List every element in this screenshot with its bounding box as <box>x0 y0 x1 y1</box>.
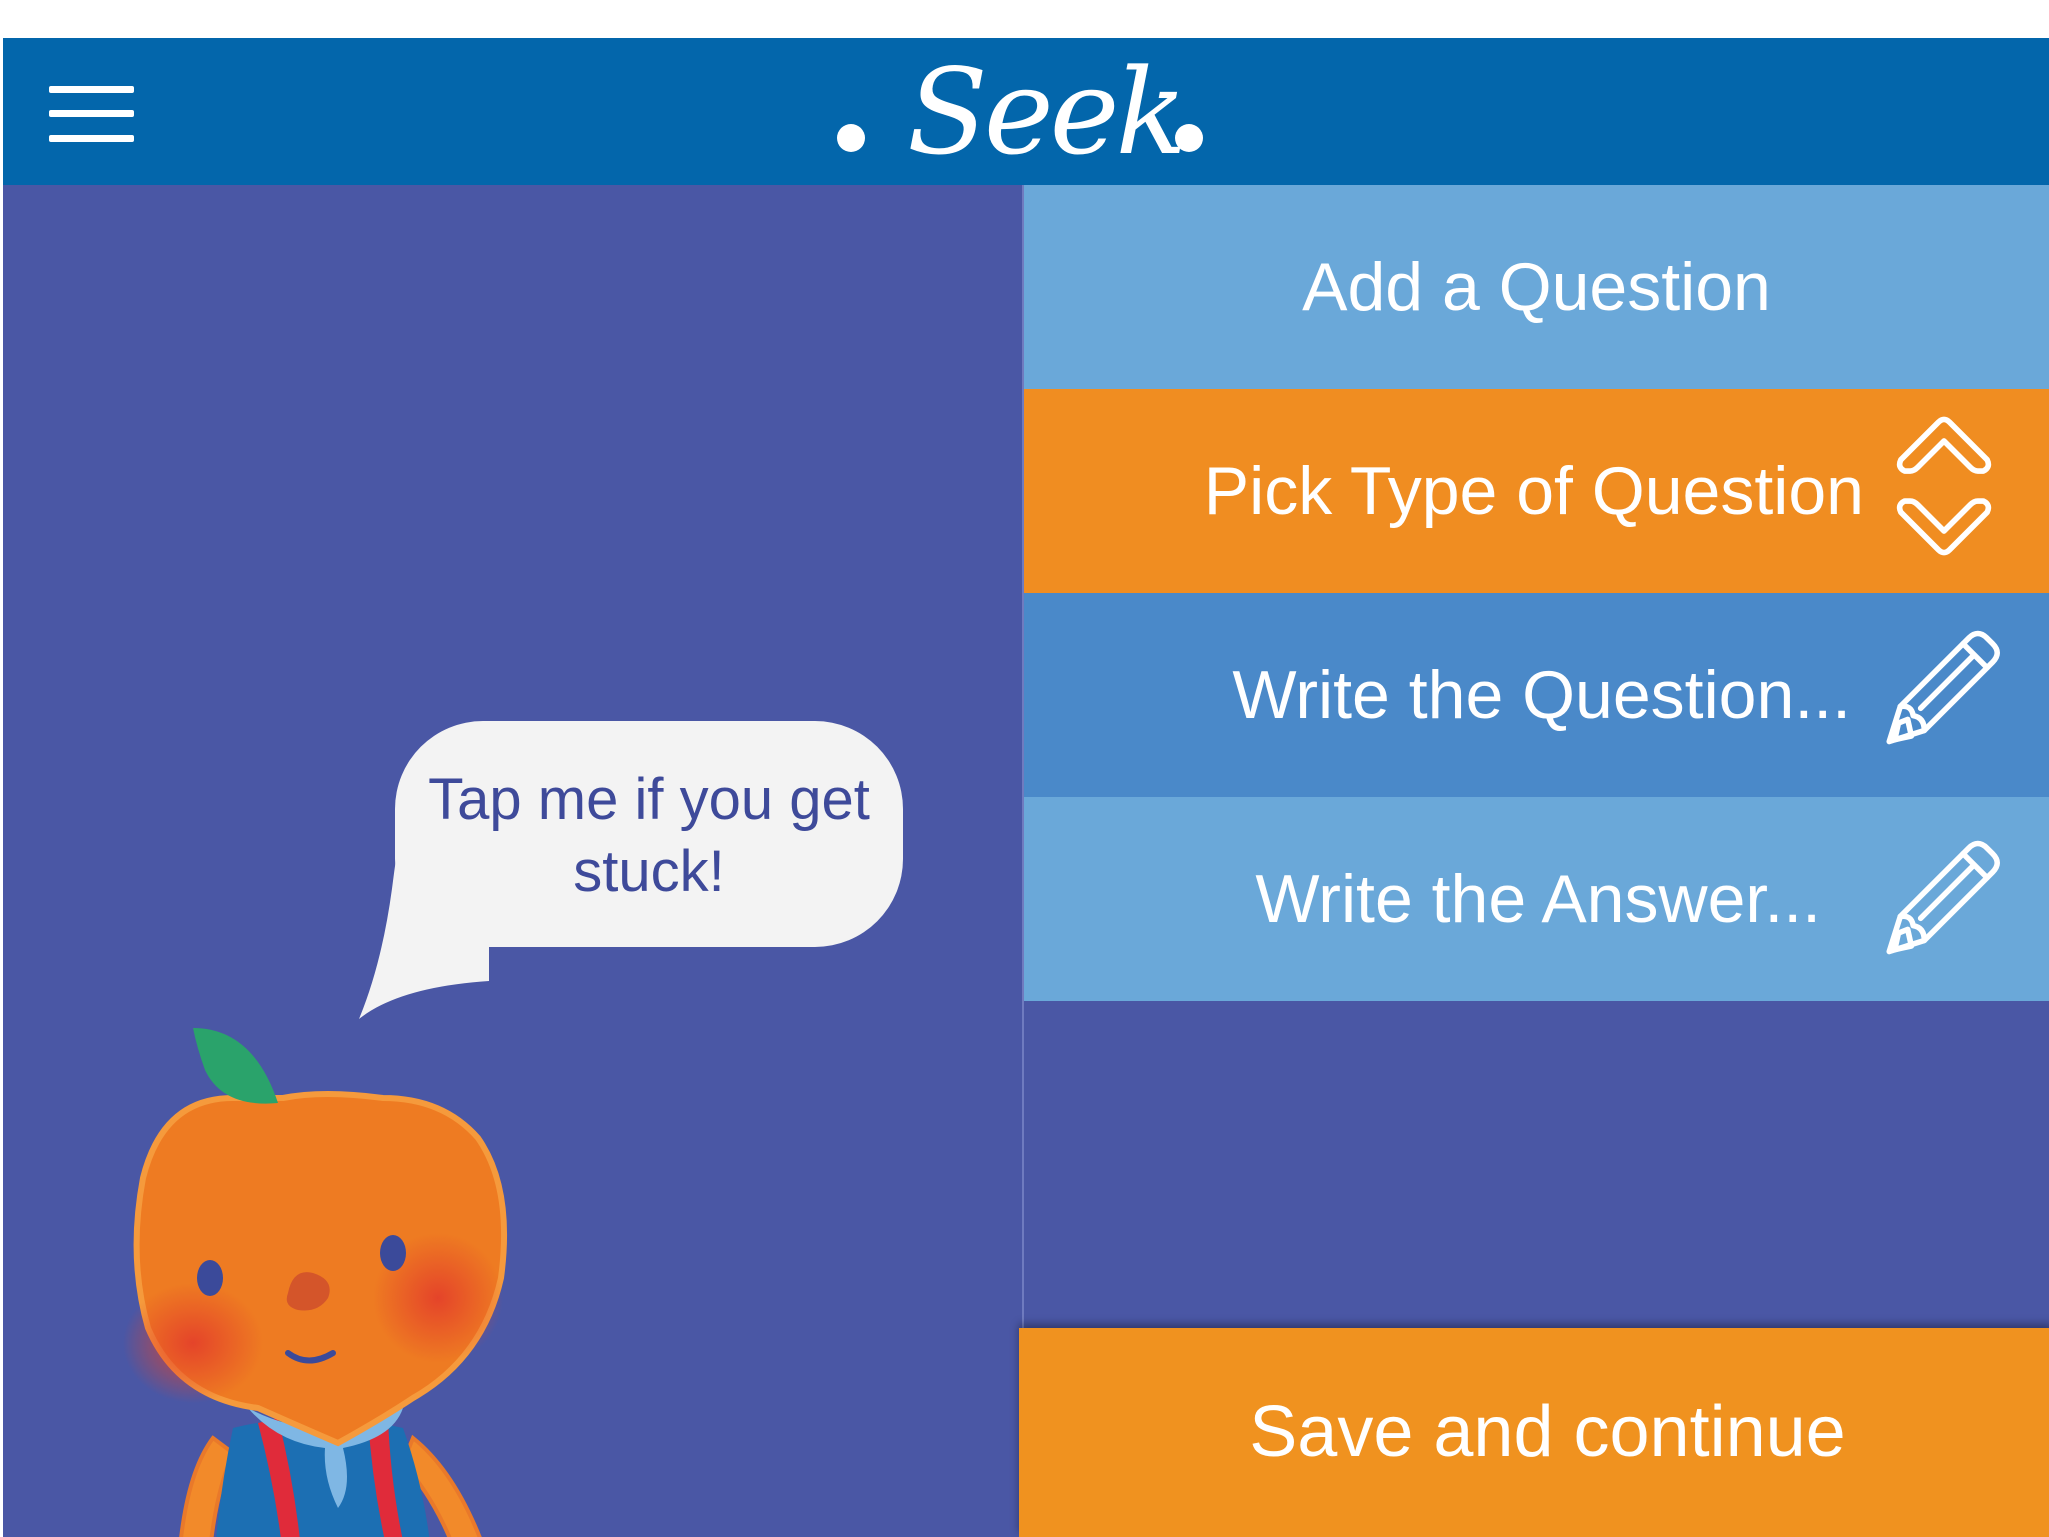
write-answer-label: Write the Answer... <box>1255 861 1821 937</box>
app-logo: Seek <box>823 48 1213 178</box>
write-question-label: Write the Question... <box>1232 657 1851 733</box>
logo-right-dot <box>1175 124 1203 152</box>
mascot-left-eye <box>197 1260 223 1296</box>
save-and-continue-button[interactable]: Save and continue <box>1019 1328 2049 1537</box>
mascot-leaf <box>193 1028 278 1104</box>
chevron-up-down-icon <box>1896 416 1992 556</box>
orange-mascot[interactable] <box>83 998 563 1537</box>
pick-question-type-label: Pick Type of Question <box>1203 453 1864 529</box>
write-question-step[interactable]: Write the Question... <box>1024 593 2049 797</box>
speech-text: Tap me if you get stuck! <box>428 767 870 904</box>
add-question-label: Add a Question <box>1302 249 1771 325</box>
app-screen: Seek Add a Question Pick Type of Questio… <box>3 38 2049 1537</box>
hamburger-menu-icon[interactable] <box>49 86 134 142</box>
pick-question-type-step[interactable]: Pick Type of Question <box>1024 389 2049 593</box>
save-and-continue-label: Save and continue <box>1249 1392 1846 1472</box>
mascot-right-eye <box>380 1235 406 1271</box>
pencil-icon <box>1886 630 2000 745</box>
add-question-step[interactable]: Add a Question <box>1024 185 2049 389</box>
write-answer-step[interactable]: Write the Answer... <box>1024 797 2049 1001</box>
speech-bubble: Tap me if you get stuck! <box>359 721 909 1031</box>
logo-left-dot <box>837 124 865 152</box>
app-name: Seek <box>907 43 1187 181</box>
top-bar: Seek <box>3 38 2049 185</box>
pencil-icon <box>1886 840 2000 955</box>
